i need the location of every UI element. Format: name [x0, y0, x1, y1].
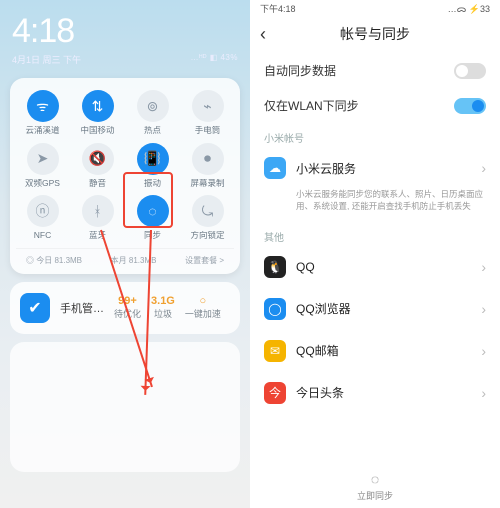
qs-label: 振动: [144, 179, 161, 188]
shield-icon: ✔: [20, 293, 50, 323]
status-time: 下午4:18: [260, 2, 296, 15]
app-label: 今日头条: [296, 384, 471, 401]
data-icon: ⇅: [82, 90, 114, 122]
mute-icon: 🔇: [82, 143, 114, 175]
qs-tile-wifi[interactable]: ᯤ 云涌溪道: [16, 88, 69, 137]
phone-manager-title: 手机管…: [60, 300, 104, 316]
app-label: QQ: [296, 260, 471, 274]
auto-sync-label: 自动同步数据: [264, 62, 454, 79]
cloud-icon: ☁: [264, 157, 286, 179]
qs-tile-vibrate[interactable]: 📳 振动: [126, 141, 179, 190]
quick-settings-pane: 4:18 4月1日 周三 下午 …ᴴᴰ ◧ 43% ᯤ 云涌溪道 ⇅ 中国移动 ⊚ 热点 ⌁…: [0, 0, 250, 508]
app-icon: ◯: [264, 298, 286, 320]
app-icon: 今: [264, 382, 286, 404]
data-today[interactable]: ◎ 今日 81.3MB: [26, 255, 82, 266]
qs-label: 双频GPS: [25, 179, 60, 188]
metric: ○一键加速: [185, 295, 221, 320]
qs-label: 静音: [89, 179, 106, 188]
nfc-icon: ⓝ: [27, 195, 59, 227]
hotspot-icon: ⊚: [137, 90, 169, 122]
qs-label: NFC: [34, 231, 51, 240]
mi-cloud-label: 小米云服务: [296, 160, 471, 177]
nav-icon: ➤: [27, 143, 59, 175]
qs-tile-mute[interactable]: 🔇 静音: [71, 141, 124, 190]
settings-pane: 下午4:18 …ᯅ ⚡33 ‹ 帐号与同步 自动同步数据 仅在WLAN下同步 小…: [250, 0, 500, 508]
section-mi-account: 小米帐号: [250, 122, 500, 147]
bt-icon: ᚼ: [82, 195, 114, 227]
chevron-right-icon: ›: [481, 301, 486, 317]
wlan-only-toggle[interactable]: [454, 98, 486, 114]
wlan-only-label: 仅在WLAN下同步: [264, 97, 454, 114]
app-label: QQ邮箱: [296, 342, 471, 359]
qs-label: 同步: [144, 231, 161, 240]
torch-icon: ⌁: [192, 90, 224, 122]
app-row-QQ邮箱[interactable]: ✉ QQ邮箱 ›: [250, 330, 500, 372]
data-plan-link[interactable]: 设置套餐 >: [185, 255, 224, 266]
qs-tile-nav[interactable]: ➤ 双频GPS: [16, 141, 69, 190]
app-row-QQ浏览器[interactable]: ◯ QQ浏览器 ›: [250, 288, 500, 330]
record-icon: ⏺: [192, 143, 224, 175]
qs-label: 云涌溪道: [25, 126, 59, 135]
sync-icon: ◌: [250, 471, 500, 487]
status-icons: …ᴴᴰ ◧ 43%: [190, 53, 238, 66]
status-icons-right: …ᯅ ⚡33: [448, 2, 490, 15]
mi-cloud-desc: 小米云服务能同步您的联系人、照片、日历桌面应用、系统设置, 还能开启查找手机防止…: [250, 189, 500, 221]
qs-label: 中国移动: [80, 126, 114, 135]
qs-tile-nfc[interactable]: ⓝ NFC: [16, 193, 69, 242]
qs-label: 蓝牙: [89, 231, 106, 240]
app-icon: ✉: [264, 340, 286, 362]
metric: 99+待优化: [114, 295, 141, 320]
quick-settings-panel: ᯤ 云涌溪道 ⇅ 中国移动 ⊚ 热点 ⌁ 手电筒 ➤ 双频GPS 🔇 静音 📳 振动 ⏺ 屏幕录制 ⓝ NFC ᚼ蓝…: [10, 78, 240, 274]
chevron-right-icon: ›: [481, 259, 486, 275]
phone-manager-card[interactable]: ✔ 手机管… 99+待优化 3.1G垃圾 ○一键加速: [10, 282, 240, 334]
auto-sync-row[interactable]: 自动同步数据: [250, 52, 500, 89]
app-label: QQ浏览器: [296, 300, 471, 317]
blank-card: [10, 342, 240, 472]
qs-tile-bt[interactable]: ᚼ 蓝牙: [71, 193, 124, 242]
qs-label: 热点: [144, 126, 161, 135]
sync-now-button[interactable]: ◌ 立即同步: [250, 471, 500, 502]
lock-icon: ⤿: [192, 195, 224, 227]
qs-label: 方向锁定: [190, 231, 224, 240]
vibrate-icon: 📳: [137, 143, 169, 175]
app-row-今日头条[interactable]: 今今日头条 ›: [250, 372, 500, 414]
app-icon: 🐧: [264, 256, 286, 278]
sync-icon: ◌: [137, 195, 169, 227]
chevron-right-icon: ›: [481, 160, 486, 176]
qs-tile-data[interactable]: ⇅ 中国移动: [71, 88, 124, 137]
qs-tile-torch[interactable]: ⌁ 手电筒: [181, 88, 234, 137]
chevron-right-icon: ›: [481, 385, 486, 401]
wifi-icon: ᯤ: [27, 90, 59, 122]
page-title: 帐号与同步: [280, 24, 490, 44]
qs-tile-sync[interactable]: ◌ 同步: [126, 193, 179, 242]
qs-label: 手电筒: [195, 126, 221, 135]
wlan-only-row[interactable]: 仅在WLAN下同步: [250, 89, 500, 122]
qs-tile-lock[interactable]: ⤿ 方向锁定: [181, 193, 234, 242]
chevron-right-icon: ›: [481, 343, 486, 359]
qs-tile-hotspot[interactable]: ⊚ 热点: [126, 88, 179, 137]
mi-cloud-row[interactable]: ☁ 小米云服务 ›: [250, 147, 500, 189]
qs-tile-record[interactable]: ⏺ 屏幕录制: [181, 141, 234, 190]
back-button[interactable]: ‹: [260, 24, 280, 45]
metric: 3.1G垃圾: [151, 295, 175, 320]
app-row-QQ[interactable]: 🐧 QQ ›: [250, 246, 500, 288]
auto-sync-toggle[interactable]: [454, 63, 486, 79]
data-month: 本月 81.3MB: [111, 255, 157, 266]
date-text: 4月1日 周三 下午: [12, 53, 81, 66]
clock: 4:18: [12, 12, 74, 51]
section-other: 其他: [250, 221, 500, 246]
qs-label: 屏幕录制: [190, 179, 224, 188]
